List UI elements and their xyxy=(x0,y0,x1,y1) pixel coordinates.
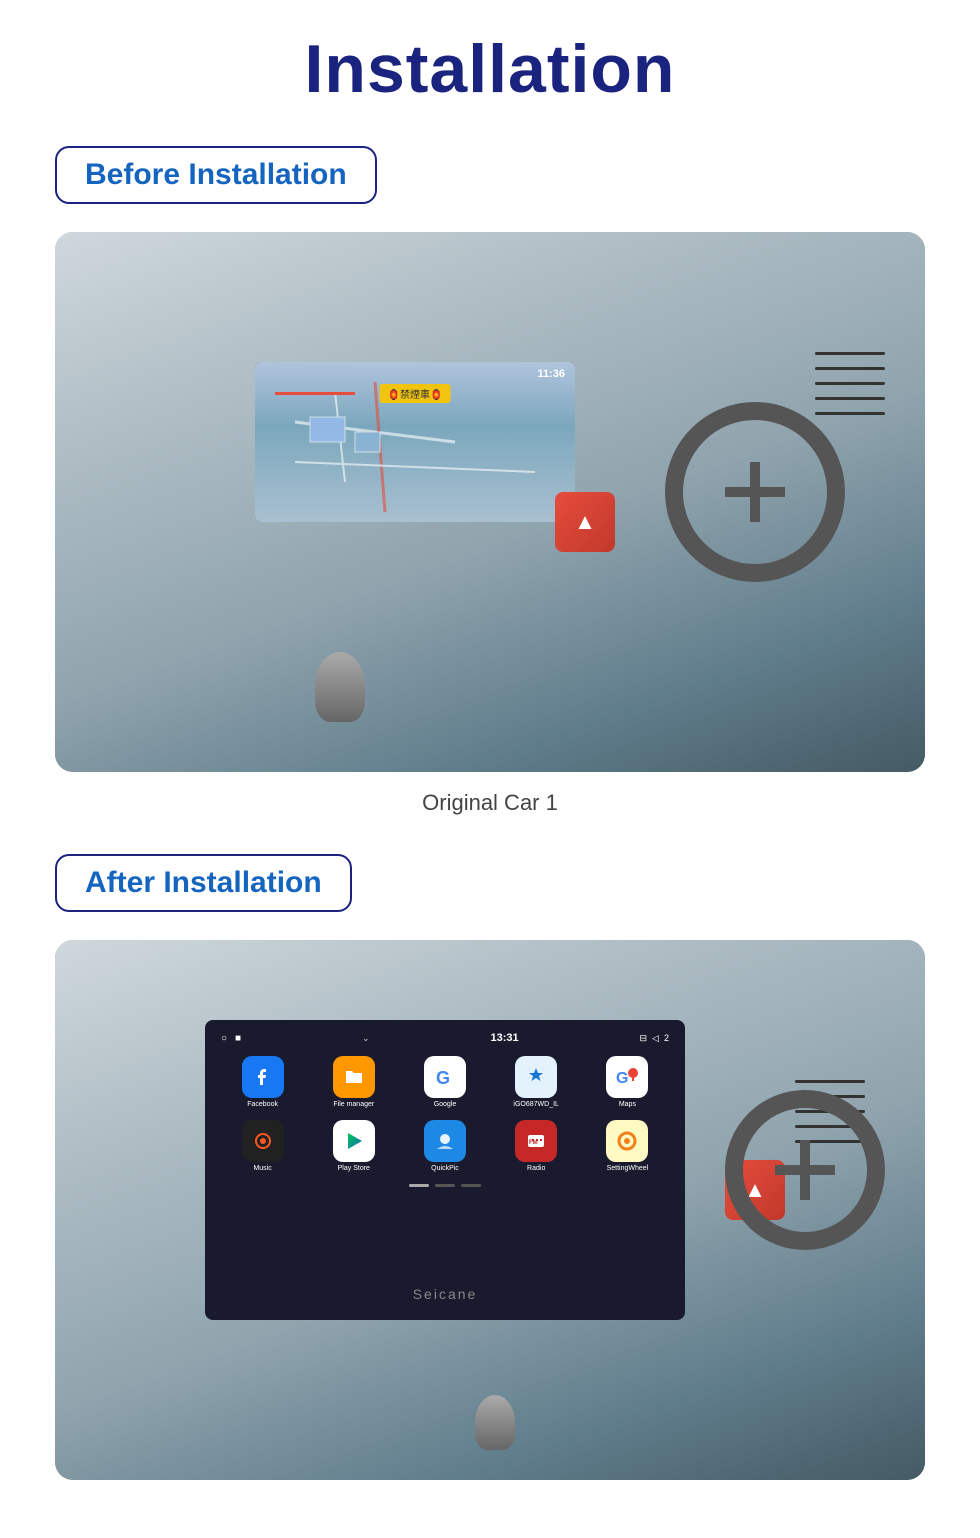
maps-label: Maps xyxy=(619,1101,636,1108)
app-facebook[interactable]: Facebook xyxy=(221,1056,304,1108)
window-icon: ⊟ xyxy=(640,1033,648,1044)
back-icon: ◁ xyxy=(652,1033,659,1044)
statusbar-time: 13:31 xyxy=(490,1032,518,1044)
before-nav-screen: 🏮禁煙車🏮 xyxy=(255,362,575,522)
page-wrapper: Installation Before Installation 🏮禁煙車🏮 xyxy=(0,0,980,1538)
before-caption: Original Car 1 xyxy=(55,790,925,816)
app-igo[interactable]: iGO687WD_IL xyxy=(495,1056,578,1108)
facebook-icon xyxy=(242,1056,284,1098)
app-grid-row1: Facebook File manager G Googl xyxy=(215,1050,675,1114)
seicane-brand-label: Seicane xyxy=(413,1286,478,1302)
app-radio[interactable]: FM Radio xyxy=(495,1120,578,1172)
google-label: Google xyxy=(434,1101,457,1108)
recent-icon: ■ xyxy=(235,1033,241,1044)
app-quickpic[interactable]: QuickPic xyxy=(403,1120,486,1172)
statusbar-chevron: ⌄ xyxy=(362,1033,370,1044)
after-installation-image: ○ ■ ⌄ 13:31 ⊟ ◁ 2 xyxy=(55,940,925,1480)
filemanager-icon xyxy=(333,1056,375,1098)
svg-text:G: G xyxy=(436,1068,450,1088)
app-filemanager[interactable]: File manager xyxy=(312,1056,395,1108)
igo-label: iGO687WD_IL xyxy=(513,1101,559,1108)
igo-icon xyxy=(515,1056,557,1098)
steering-wheel xyxy=(665,402,845,582)
home-icon: ○ xyxy=(221,1033,227,1044)
settingwheel-icon xyxy=(606,1120,648,1162)
svg-text:G: G xyxy=(616,1070,628,1087)
filemanager-label: File manager xyxy=(333,1101,374,1108)
app-playstore[interactable]: Play Store xyxy=(312,1120,395,1172)
app-settingwheel[interactable]: SettingWheel xyxy=(586,1120,669,1172)
music-icon xyxy=(242,1120,284,1162)
count-badge: 2 xyxy=(664,1033,669,1044)
statusbar-right-icons: ⊟ ◁ 2 xyxy=(640,1033,669,1044)
page-title: Installation xyxy=(55,30,925,108)
maps-icon: G xyxy=(606,1056,648,1098)
before-installation-badge: Before Installation xyxy=(55,146,377,204)
emergency-button: ▲ xyxy=(555,492,615,552)
playstore-icon xyxy=(333,1120,375,1162)
statusbar-left-icons: ○ ■ xyxy=(221,1033,241,1044)
settingwheel-label: SettingWheel xyxy=(607,1165,649,1172)
radio-icon: FM xyxy=(515,1120,557,1162)
after-installation-badge: After Installation xyxy=(55,854,352,912)
android-head-unit-screen: ○ ■ ⌄ 13:31 ⊟ ◁ 2 xyxy=(205,1020,685,1320)
app-grid-row2: Music Play Store QuickPic xyxy=(215,1114,675,1178)
google-icon: G xyxy=(424,1056,466,1098)
quickpic-icon xyxy=(424,1120,466,1162)
app-maps[interactable]: G Maps xyxy=(586,1056,669,1108)
android-statusbar: ○ ■ ⌄ 13:31 ⊟ ◁ 2 xyxy=(215,1030,675,1046)
gear-shifter xyxy=(315,652,365,722)
playstore-label: Play Store xyxy=(338,1165,370,1172)
radio-label: Radio xyxy=(527,1165,545,1172)
app-google[interactable]: G Google xyxy=(403,1056,486,1108)
music-label: Music xyxy=(253,1165,271,1172)
air-vents xyxy=(815,352,885,415)
before-installation-image: 🏮禁煙車🏮 xyxy=(55,232,925,772)
facebook-label: Facebook xyxy=(247,1101,278,1108)
app-music[interactable]: Music xyxy=(221,1120,304,1172)
quickpic-label: QuickPic xyxy=(431,1165,459,1172)
after-steering-wheel xyxy=(725,1090,885,1250)
after-gear-shifter xyxy=(475,1395,515,1450)
